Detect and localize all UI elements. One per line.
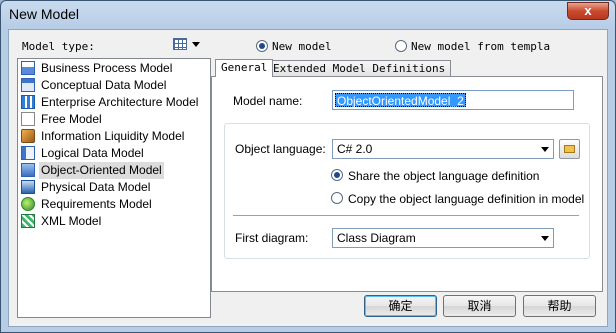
title-bar: New Model x (1, 1, 615, 28)
help-button[interactable]: 帮助 (523, 295, 596, 317)
new-model-dialog: New Model x Model type: Business Process… (0, 0, 616, 333)
close-button[interactable]: x (567, 2, 609, 20)
model-name-input[interactable]: ObjectOrientedModel_2 (332, 90, 574, 110)
chevron-down-icon[interactable] (192, 42, 200, 47)
share-definition-radio[interactable] (331, 169, 343, 181)
chevron-down-icon (541, 147, 549, 152)
new-model-radio[interactable] (256, 40, 268, 52)
ldm-icon (21, 146, 35, 160)
folder-icon (564, 145, 575, 153)
ok-button[interactable]: 确定 (364, 295, 437, 317)
bpm-icon (21, 61, 35, 75)
tab-extended-model-definitions[interactable]: Extended Model Definitions (267, 60, 452, 76)
object-language-value: C# 2.0 (337, 142, 373, 156)
copy-definition-label: Copy the object language definition in m… (348, 192, 585, 206)
cdm-icon (21, 78, 35, 92)
ilm-icon (21, 129, 35, 143)
chevron-down-icon (541, 236, 549, 241)
free-model-icon (21, 112, 35, 126)
first-diagram-select[interactable]: Class Diagram (332, 228, 554, 248)
xml-icon (21, 214, 35, 228)
share-definition-label: Share the object language definition (348, 169, 540, 183)
eam-icon (21, 95, 35, 109)
separator (233, 215, 579, 217)
new-model-label: New model (272, 40, 332, 53)
object-language-select[interactable]: C# 2.0 (332, 139, 554, 159)
new-model-from-template-label: New model from templa (411, 40, 551, 53)
new-model-from-template-radio[interactable] (395, 40, 407, 52)
first-diagram-value: Class Diagram (337, 231, 416, 245)
dialog-client-area: Model type: Business Process Model Conce… (8, 29, 608, 327)
copy-definition-radio[interactable] (331, 192, 343, 204)
window-title: New Model (9, 6, 80, 22)
tab-general[interactable]: General (215, 59, 274, 77)
object-language-label: Object language: (235, 142, 326, 156)
model-name-label: Model name: (233, 94, 303, 108)
grid-view-icon[interactable] (173, 38, 187, 50)
oom-icon (21, 163, 35, 177)
model-type-list[interactable]: Business Process Model Conceptual Data M… (17, 58, 211, 318)
pdm-icon (21, 180, 35, 194)
requirements-icon (21, 197, 35, 211)
first-diagram-label: First diagram: (235, 231, 309, 245)
model-name-value: ObjectOrientedModel_2 (335, 93, 466, 108)
browse-folder-button[interactable] (559, 139, 580, 159)
cancel-button[interactable]: 取消 (443, 295, 516, 317)
model-type-label: Model type: (22, 40, 95, 53)
